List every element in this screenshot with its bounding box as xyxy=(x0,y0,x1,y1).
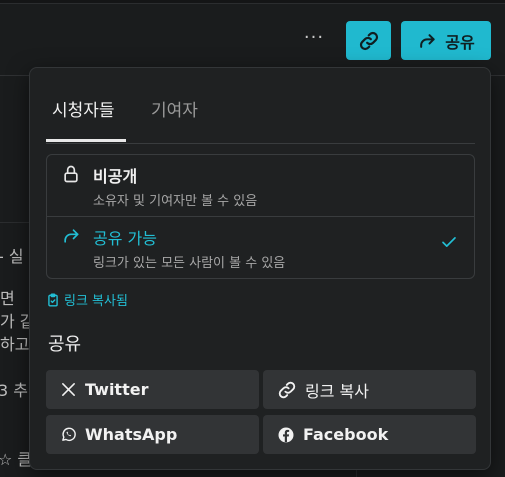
share-button[interactable]: 공유 xyxy=(401,21,491,60)
share-button-label: Twitter xyxy=(85,380,149,399)
share-twitter-button[interactable]: Twitter xyxy=(46,370,259,409)
link-icon xyxy=(358,30,380,52)
share-popover: 시청자들 기여자 비공개 소유자 및 기여자만 볼 수 있음 공유 가능 링크가… xyxy=(29,67,491,470)
background-text: 3 추 xyxy=(0,381,28,400)
visibility-options: 비공개 소유자 및 기여자만 볼 수 있음 공유 가능 링크가 있는 모든 사람… xyxy=(46,154,475,279)
option-private[interactable]: 비공개 소유자 및 기여자만 볼 수 있음 xyxy=(47,155,474,217)
tab-contributors[interactable]: 기여자 xyxy=(151,96,198,121)
share-section-title: 공유 xyxy=(48,334,82,355)
background-text: - 실 xyxy=(0,247,24,266)
option-description: 링크가 있는 모든 사람이 볼 수 있음 xyxy=(93,256,286,271)
facebook-icon xyxy=(277,426,295,444)
share-copy-link-button[interactable]: 링크 복사 xyxy=(263,370,476,409)
top-bar: ··· 공유 xyxy=(0,0,505,76)
background-text: 하고 xyxy=(0,335,30,354)
link-icon xyxy=(277,380,297,400)
tab-viewers[interactable]: 시청자들 xyxy=(52,96,115,121)
active-tab-indicator xyxy=(46,139,126,142)
share-button-label: Facebook xyxy=(303,425,389,444)
lock-icon xyxy=(61,164,81,184)
clipboard-check-icon xyxy=(46,292,60,307)
share-button-label: 링크 복사 xyxy=(305,381,369,401)
link-copied-status: 링크 복사됨 xyxy=(46,290,128,309)
share-arrow-icon xyxy=(61,226,81,246)
share-button-label: WhatsApp xyxy=(85,425,178,444)
share-arrow-icon xyxy=(417,31,437,51)
x-logo-icon xyxy=(60,381,77,398)
copy-link-button[interactable] xyxy=(346,21,391,60)
option-shareable[interactable]: 공유 가능 링크가 있는 모든 사람이 볼 수 있음 xyxy=(47,217,474,279)
tab-bar: 시청자들 기여자 xyxy=(46,68,475,144)
background-divider-h xyxy=(0,222,30,223)
option-title: 공유 가능 xyxy=(93,229,157,248)
share-whatsapp-button[interactable]: WhatsApp xyxy=(46,415,259,454)
background-text: ☆ 클 xyxy=(0,450,33,469)
link-copied-label: 링크 복사됨 xyxy=(64,294,128,309)
top-edge xyxy=(0,0,505,4)
option-title: 비공개 xyxy=(93,167,138,186)
whatsapp-icon xyxy=(60,426,77,443)
share-button-label: 공유 xyxy=(445,32,475,52)
more-options-button[interactable]: ··· xyxy=(300,28,328,52)
option-description: 소유자 및 기여자만 볼 수 있음 xyxy=(93,194,258,209)
background-text: 면 xyxy=(0,289,15,308)
check-icon xyxy=(440,233,458,251)
share-facebook-button[interactable]: Facebook xyxy=(263,415,476,454)
